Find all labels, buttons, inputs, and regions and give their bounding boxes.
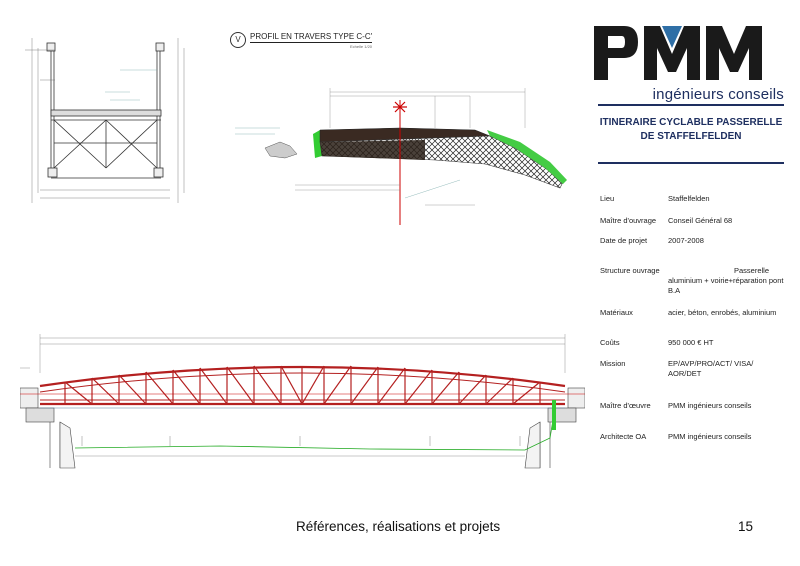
detail-value-continued: aluminium + voirie+réparation pont B.A <box>668 276 784 295</box>
detail-value: EP/AVP/PRO/ACT/ VISA/ AOR/DET <box>668 359 754 378</box>
detail-label: Matériaux <box>600 308 633 317</box>
detail-value: 2007-2008 <box>668 236 704 245</box>
detail-value: 950 000 € HT <box>668 338 714 347</box>
detail-value: acier, béton, enrobés, aluminium <box>668 308 777 317</box>
detail-label: Lieu <box>600 194 615 203</box>
project-title: ITINERAIRE CYCLABLE PASSERELLE DE STAFFE… <box>598 116 784 144</box>
detail-label: Mission <box>600 359 626 368</box>
detail-label: Structure ouvrage <box>600 266 660 275</box>
page-number: 15 <box>738 519 754 534</box>
detail-label: Coûts <box>600 338 620 347</box>
detail-value: Passerelle <box>734 266 770 275</box>
detail-label: Architecte OA <box>600 432 647 441</box>
project-title-line1: ITINERAIRE CYCLABLE PASSERELLE <box>599 117 783 128</box>
detail-label: Date de projet <box>600 236 648 245</box>
cross-profile-drawing <box>235 88 567 225</box>
elevation-drawing <box>20 334 585 469</box>
title-top-rule <box>598 104 784 106</box>
detail-value: PMM ingénieurs conseils <box>668 401 752 410</box>
pmm-logo: ingénieurs conseils <box>592 22 788 103</box>
detail-value: Conseil Général 68 <box>668 216 733 225</box>
detail-label: Maître d'œuvre <box>600 401 651 410</box>
footer-text: Références, réalisations et projets <box>296 519 501 534</box>
cross-section-drawing <box>25 38 185 203</box>
title-bottom-rule <box>598 162 784 164</box>
detail-value: Staffelfelden <box>668 194 710 203</box>
project-title-line2: DE STAFFELFELDEN <box>640 131 742 142</box>
logo-subtitle: ingénieurs conseils <box>652 86 784 103</box>
detail-label: Maître d'ouvrage <box>600 216 657 225</box>
pmm-logo-mark <box>594 26 762 80</box>
detail-value: PMM ingénieurs conseils <box>668 432 752 441</box>
